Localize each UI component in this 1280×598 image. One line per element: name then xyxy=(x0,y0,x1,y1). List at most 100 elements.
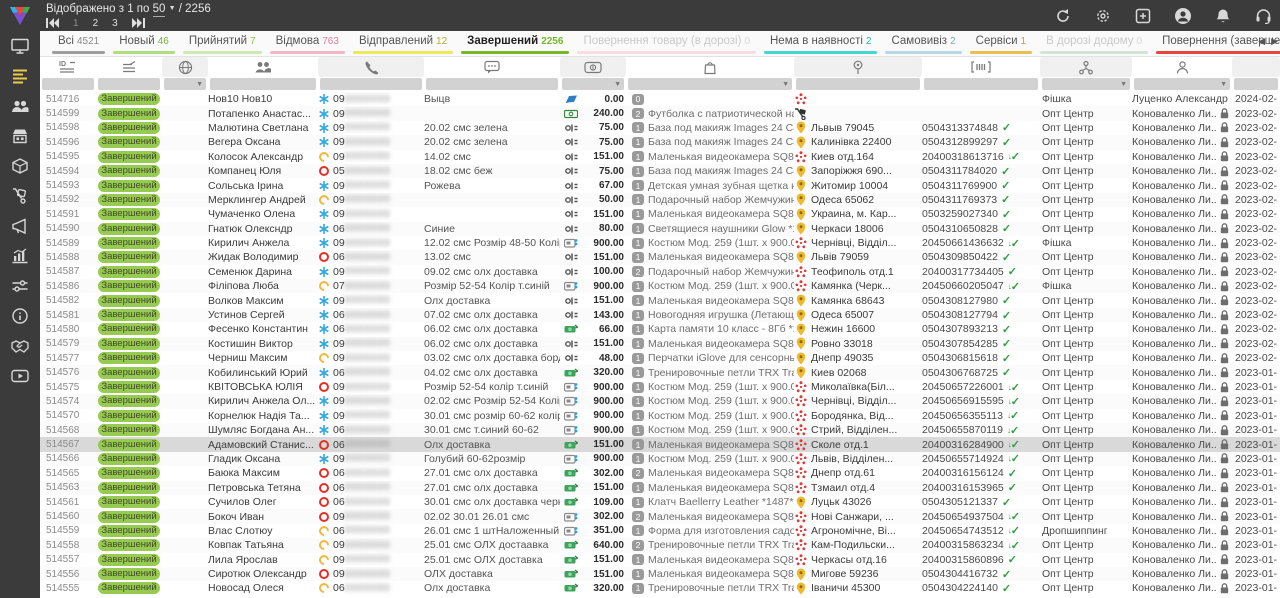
column-header-product[interactable] xyxy=(626,57,794,77)
table-row[interactable]: 514556 Завершений Сиротюк Олександр 0900… xyxy=(40,567,1280,581)
status-badge[interactable]: Завершений xyxy=(98,525,160,537)
sidebar-item-supply[interactable] xyxy=(0,181,40,211)
status-badge[interactable]: Завершений xyxy=(98,295,160,307)
sidebar-item-marketing[interactable] xyxy=(0,211,40,241)
status-badge[interactable]: Завершений xyxy=(98,511,160,523)
add-square-icon[interactable] xyxy=(1134,7,1152,25)
sidebar-item-store[interactable] xyxy=(0,121,40,151)
status-badge[interactable]: Завершений xyxy=(98,93,160,105)
status-badge[interactable]: Завершений xyxy=(98,309,160,321)
table-row[interactable]: 514574 Завершений Кирилич Анжела Ол... 0… xyxy=(40,394,1280,408)
table-row[interactable]: 514566 Завершений Гладик Оксана 09000000… xyxy=(40,452,1280,466)
filter-input-country[interactable]: ▼ xyxy=(164,78,206,90)
table-row[interactable]: 514555 Завершений Новосад Олеся 06000000… xyxy=(40,581,1280,595)
table-row[interactable]: 514598 Завершений Малютина Светлана 0900… xyxy=(40,121,1280,135)
filter-input-product[interactable]: ▼ xyxy=(628,78,792,90)
sidebar-item-info[interactable] xyxy=(0,301,40,331)
filter-input-tracking[interactable] xyxy=(924,78,1038,90)
status-badge[interactable]: Завершений xyxy=(98,266,160,278)
page-number-1[interactable]: 1 xyxy=(73,18,79,29)
app-logo[interactable] xyxy=(0,0,40,31)
column-header-source[interactable] xyxy=(1040,57,1132,77)
status-badge[interactable]: Завершений xyxy=(98,568,160,580)
refresh-icon[interactable] xyxy=(1054,7,1072,25)
status-badge[interactable]: Завершений xyxy=(98,467,160,479)
filter-input-client[interactable] xyxy=(210,78,316,90)
table-row[interactable]: 514596 Завершений Вегера Оксана 09000000… xyxy=(40,135,1280,149)
sidebar-item-settings[interactable] xyxy=(0,271,40,301)
status-badge[interactable]: Завершений xyxy=(98,482,160,494)
sidebar-item-products[interactable] xyxy=(0,151,40,181)
gear-icon[interactable] xyxy=(1094,7,1112,25)
status-badge[interactable]: Завершений xyxy=(98,367,160,379)
sidebar-item-orders[interactable] xyxy=(0,61,40,91)
column-header-client[interactable] xyxy=(208,57,318,77)
table-row[interactable]: 514567 Завершений Адамовский Станис... 0… xyxy=(40,437,1280,451)
status-badge[interactable]: Завершений xyxy=(98,582,160,594)
filter-input-date[interactable] xyxy=(1234,78,1278,90)
status-badge[interactable]: Завершений xyxy=(98,208,160,220)
page-size-dropdown[interactable]: 50 xyxy=(153,3,166,17)
bell-icon[interactable] xyxy=(1214,7,1232,25)
status-badge[interactable]: Завершений xyxy=(98,280,160,292)
table-row[interactable]: 514580 Завершений Фесенко Константин 060… xyxy=(40,322,1280,336)
tab-Самовивіз[interactable]: Самовивіз2 xyxy=(881,31,965,57)
sidebar-item-reports[interactable] xyxy=(0,241,40,271)
status-badge[interactable]: Завершений xyxy=(98,180,160,192)
table-row[interactable]: 514591 Завершений Чумаченко Олена 090000… xyxy=(40,207,1280,221)
sidebar-item-partners[interactable] xyxy=(0,331,40,361)
table-row[interactable]: 514589 Завершений Кирилич Анжела 0900000… xyxy=(40,236,1280,250)
column-header-comment[interactable] xyxy=(424,57,560,77)
tab-Відправлений[interactable]: Відправлений12 xyxy=(349,31,457,57)
status-badge[interactable]: Завершений xyxy=(98,496,160,508)
column-header-phone[interactable] xyxy=(318,57,424,77)
tab-В дорозі додому[interactable]: В дорозі додому0 xyxy=(1036,31,1152,57)
status-badge[interactable]: Завершений xyxy=(98,151,160,163)
table-row[interactable]: 514570 Завершений Корнелюк Надія Та... 0… xyxy=(40,409,1280,423)
sidebar-item-dashboard[interactable] xyxy=(0,31,40,61)
filter-input-id[interactable] xyxy=(42,78,94,90)
filter-input-payment-sum[interactable]: ▼ xyxy=(562,78,624,90)
table-row[interactable]: 514581 Завершений Устинов Сергей 0600000… xyxy=(40,308,1280,322)
page-number-2[interactable]: 2 xyxy=(93,18,99,29)
status-badge[interactable]: Завершений xyxy=(98,381,160,393)
table-row[interactable]: 514579 Завершений Костишин Виктор 090000… xyxy=(40,337,1280,351)
table-row[interactable]: 514588 Завершений Жидак Володимир 060000… xyxy=(40,250,1280,264)
status-badge[interactable]: Завершений xyxy=(98,338,160,350)
column-header-tracking[interactable] xyxy=(922,57,1040,77)
status-badge[interactable]: Завершений xyxy=(98,165,160,177)
table-row[interactable]: 514577 Завершений Черниш Максим 09000000… xyxy=(40,351,1280,365)
status-badge[interactable]: Завершений xyxy=(98,237,160,249)
filter-input-status[interactable] xyxy=(98,78,160,90)
column-header-date[interactable] xyxy=(1232,57,1280,77)
table-row[interactable]: 514565 Завершений Баюка Максим 060000000… xyxy=(40,466,1280,480)
status-badge[interactable]: Завершений xyxy=(98,223,160,235)
tab-Новый[interactable]: Новый46 xyxy=(109,31,179,57)
status-badge[interactable]: Завершений xyxy=(98,323,160,335)
page-number-3[interactable]: 3 xyxy=(112,18,118,29)
table-row[interactable]: 514595 Завершений Колосок Александр 0900… xyxy=(40,150,1280,164)
filter-input-source[interactable]: ▼ xyxy=(1042,78,1130,90)
status-badge[interactable]: Завершений xyxy=(98,439,160,451)
table-row[interactable]: 514559 Завершений Влас Слотюу 060000000 … xyxy=(40,524,1280,538)
table-row[interactable]: 514586 Завершений Філіпова Люба 07000000… xyxy=(40,279,1280,293)
tab-Повернення товару (в дорозі)[interactable]: Повернення товару (в дорозі)0 xyxy=(573,31,760,57)
status-badge[interactable]: Завершений xyxy=(98,352,160,364)
status-badge[interactable]: Завершений xyxy=(98,539,160,551)
table-row[interactable]: 514594 Завершений Компанец Юля 050000000… xyxy=(40,164,1280,178)
status-badge[interactable]: Завершений xyxy=(98,108,160,120)
tab-Сервіси[interactable]: Сервіси1 xyxy=(966,31,1037,57)
column-header-id[interactable]: ID xyxy=(40,57,96,77)
status-badge[interactable]: Завершений xyxy=(98,194,160,206)
table-row[interactable]: 514568 Завершений Шумляс Богдана Ан... 0… xyxy=(40,423,1280,437)
table-row[interactable]: 514561 Завершений Сучилов Олег 060000000… xyxy=(40,495,1280,509)
filter-input-phone[interactable] xyxy=(320,78,422,90)
filter-input-manager[interactable]: ▼ xyxy=(1134,78,1230,90)
table-row[interactable]: 514587 Завершений Семенюк Дарина 0900000… xyxy=(40,265,1280,279)
table-row[interactable]: 514582 Завершений Волков Максим 09000000… xyxy=(40,293,1280,307)
filter-input-comment[interactable] xyxy=(426,78,558,90)
table-row[interactable]: 514716 Завершений Нов10 Нов10 090000000 … xyxy=(40,92,1280,106)
status-badge[interactable]: Завершений xyxy=(98,424,160,436)
avatar-icon[interactable] xyxy=(1174,7,1192,25)
status-badge[interactable]: Завершений xyxy=(98,453,160,465)
